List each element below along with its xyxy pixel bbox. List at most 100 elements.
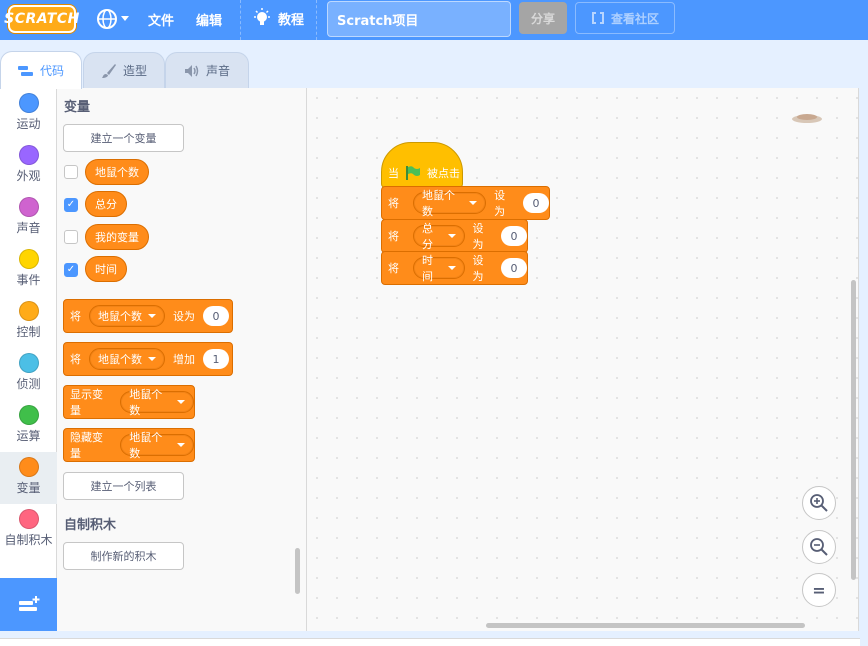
make-block-button[interactable]: 制作新的积木: [63, 542, 184, 570]
hat-clicked-label: 被点击: [427, 167, 460, 180]
change-variable-block[interactable]: 将 地鼠个数 增加 1: [63, 342, 233, 376]
variable-reporter[interactable]: 地鼠个数: [85, 159, 149, 185]
variable-checkbox[interactable]: [64, 165, 78, 179]
caret-down-icon: [177, 400, 185, 404]
block-action: 设为: [472, 254, 484, 283]
block-prefix: 将: [70, 353, 81, 366]
block-action: 设为: [494, 189, 506, 218]
variable-dropdown[interactable]: 地鼠个数: [89, 348, 165, 370]
variable-reporter[interactable]: 总分: [85, 191, 127, 217]
file-menu[interactable]: 文件: [148, 10, 174, 29]
caret-down-icon: [177, 443, 185, 447]
see-community-label: 查看社区: [610, 11, 659, 26]
category-control[interactable]: 控制: [0, 296, 57, 348]
globe-icon: [97, 9, 117, 29]
my-blocks-heading: 自制积木: [64, 518, 117, 533]
category-dot: [18, 197, 39, 217]
variable-checkbox[interactable]: ✓: [64, 198, 78, 212]
block-action: 设为: [173, 310, 195, 323]
category-operators[interactable]: 运算: [0, 400, 57, 452]
category-label: 运算: [16, 429, 41, 443]
variable-dropdown[interactable]: 地鼠个数: [413, 189, 487, 218]
tab-sounds[interactable]: 声音: [165, 52, 249, 88]
category-looks[interactable]: 外观: [0, 140, 57, 192]
zoom-out-icon: [810, 538, 828, 556]
palette-scrollbar[interactable]: [295, 548, 300, 594]
hat-when-label: 当: [388, 167, 399, 180]
category-events[interactable]: 事件: [0, 244, 57, 296]
scratch-logo[interactable]: SCRATCH: [4, 5, 79, 33]
category-motion[interactable]: 运动: [0, 88, 57, 140]
dropdown-label: 地鼠个数: [98, 353, 142, 366]
category-menu: 运动 外观 声音 事件 控制 侦测 运算 变量 自制积木: [0, 88, 57, 631]
speaker-icon: [184, 64, 199, 77]
category-sound[interactable]: 声音: [0, 192, 57, 244]
dropdown-label: 地鼠个数: [129, 431, 163, 460]
category-sensing[interactable]: 侦测: [0, 348, 57, 400]
dropdown-label: 总分: [422, 222, 433, 251]
value-input[interactable]: 1: [203, 349, 229, 369]
category-dot: [18, 145, 39, 165]
category-label: 侦测: [16, 377, 41, 391]
vertical-scrollbar[interactable]: [851, 280, 856, 580]
variable-checkbox[interactable]: [64, 230, 78, 244]
project-title-input[interactable]: Scratch项目: [327, 1, 511, 37]
zoom-in-button[interactable]: [802, 486, 836, 520]
make-list-button[interactable]: 建立一个列表: [63, 472, 184, 500]
value-input[interactable]: 0: [203, 306, 229, 326]
share-button[interactable]: 分享: [519, 2, 567, 34]
lightbulb-icon: [254, 8, 270, 25]
block-prefix: 将: [388, 262, 399, 275]
set-variable-block[interactable]: 将 地鼠个数 设为 0: [381, 186, 550, 220]
block-label: 显示变量: [70, 388, 103, 417]
variable-dropdown[interactable]: 地鼠个数: [120, 431, 194, 460]
caret-down-icon: [148, 314, 156, 318]
variable-dropdown[interactable]: 时间: [413, 254, 465, 283]
edit-menu[interactable]: 编辑: [196, 10, 222, 29]
dropdown-label: 地鼠个数: [422, 189, 455, 218]
hide-variable-block[interactable]: 隐藏变量 地鼠个数: [63, 428, 195, 462]
tab-code-label: 代码: [39, 64, 64, 78]
set-variable-block[interactable]: 将 时间 设为 0: [381, 251, 528, 285]
variable-dropdown[interactable]: 总分: [413, 222, 465, 251]
category-dot: [18, 405, 39, 425]
caret-down-icon: [148, 357, 156, 361]
block-label: 隐藏变量: [70, 431, 103, 460]
value-input[interactable]: 0: [501, 226, 527, 246]
category-my-blocks[interactable]: 自制积木: [0, 504, 57, 556]
green-flag-icon: [406, 166, 420, 180]
code-icon: [17, 65, 33, 76]
add-extension-button[interactable]: [0, 578, 57, 631]
set-variable-block[interactable]: 将 总分 设为 0: [381, 219, 528, 253]
category-variables[interactable]: 变量: [0, 452, 57, 504]
show-variable-block[interactable]: 显示变量 地鼠个数: [63, 385, 195, 419]
category-dot: [18, 509, 39, 529]
tab-costumes[interactable]: 造型: [83, 52, 165, 88]
category-label: 变量: [16, 481, 41, 495]
tab-code[interactable]: 代码: [0, 51, 82, 89]
variable-reporter[interactable]: 时间: [85, 256, 127, 282]
zoom-reset-button[interactable]: =: [802, 573, 836, 607]
see-community-button[interactable]: 查看社区: [575, 2, 675, 34]
bottom-pane-edge: [0, 638, 860, 646]
tutorials-menu[interactable]: 教程: [252, 8, 304, 28]
when-flag-clicked-block[interactable]: 当 被点击: [381, 142, 463, 188]
variable-reporter[interactable]: 我的变量: [85, 224, 149, 250]
variable-dropdown[interactable]: 地鼠个数: [120, 388, 194, 417]
horizontal-scrollbar[interactable]: [486, 623, 805, 628]
brush-icon: [101, 63, 116, 78]
category-dot: [18, 301, 39, 321]
block-action: 设为: [472, 222, 484, 251]
value-input[interactable]: 0: [523, 193, 549, 213]
category-label: 声音: [16, 221, 41, 235]
sprite-thumbnail-icon: [792, 114, 822, 123]
block-prefix: 将: [388, 197, 399, 210]
variable-dropdown[interactable]: 地鼠个数: [89, 305, 165, 327]
set-variable-block[interactable]: 将 地鼠个数 设为 0: [63, 299, 233, 333]
variable-checkbox[interactable]: ✓: [64, 263, 78, 277]
dropdown-label: 时间: [422, 254, 433, 283]
language-menu[interactable]: [96, 8, 130, 30]
zoom-out-button[interactable]: [802, 530, 836, 564]
make-variable-button[interactable]: 建立一个变量: [63, 124, 184, 152]
value-input[interactable]: 0: [501, 258, 527, 278]
